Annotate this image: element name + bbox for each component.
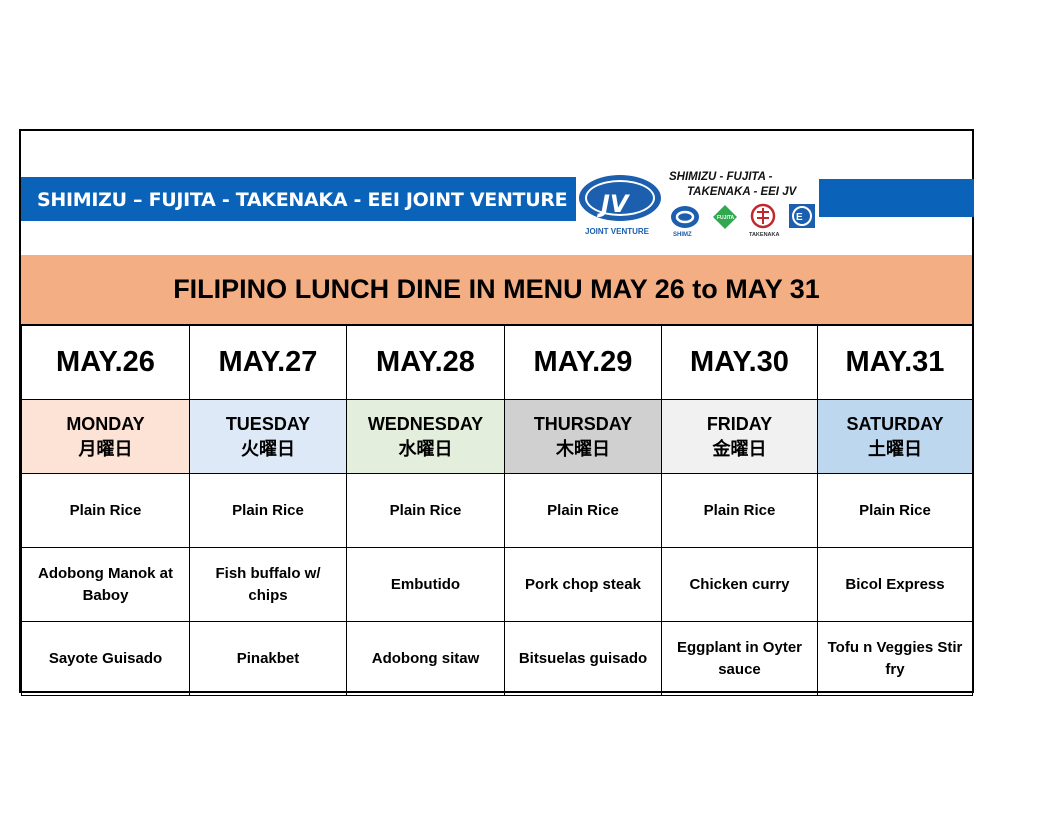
date-cell: MAY.27 (189, 325, 347, 400)
dish-cell: Plain Rice (346, 473, 505, 548)
dish-row-main: Adobong Manok at Baboy Fish buffalo w/ c… (21, 547, 973, 622)
weekday-cell: TUESDAY 火曜日 (189, 399, 347, 474)
jv-logo: JV JOINT VENTURE SHIMIZU - FUJITA - TAKE… (577, 167, 819, 239)
takenaka-logo-icon: TAKENAKA (749, 203, 779, 238)
company-banner-right (819, 179, 974, 217)
weekday-label-jp: 月曜日 (78, 438, 133, 460)
dish-cell: Plain Rice (504, 473, 662, 548)
dish-cell: Plain Rice (661, 473, 818, 548)
dish-cell: Sayote Guisado (21, 621, 190, 696)
date-cell: MAY.26 (21, 325, 190, 400)
weekday-label: WEDNESDAY (367, 413, 484, 434)
svg-text:SHIMZ: SHIMZ (673, 232, 692, 238)
fujita-logo-icon: FUJITA (713, 205, 737, 229)
dish-cell: Pinakbet (189, 621, 347, 696)
dish-cell: Chicken curry (661, 547, 818, 622)
weekday-cell: THURSDAY 木曜日 (504, 399, 662, 474)
dish-cell: Fish buffalo w/ chips (189, 547, 347, 622)
weekday-label-jp: 土曜日 (868, 438, 922, 460)
dish-cell: Plain Rice (817, 473, 973, 548)
company-banner-text: SHIMIZU – FUJITA - TAKENAKA - EEI JOINT … (37, 189, 568, 211)
dish-row-rice: Plain Rice Plain Rice Plain Rice Plain R… (21, 473, 973, 548)
brand-line-2: TAKENAKA - EEI JV (687, 186, 797, 198)
dish-cell: Adobong Manok at Baboy (21, 547, 190, 622)
weekday-cell: SATURDAY 土曜日 (817, 399, 973, 474)
weekday-label: THURSDAY (533, 413, 633, 434)
shimz-logo-icon: SHIMZ (671, 206, 699, 238)
svg-text:E: E (796, 212, 803, 223)
weekday-label-jp: 火曜日 (241, 438, 295, 460)
dish-cell: Plain Rice (21, 473, 190, 548)
date-cell: MAY.28 (346, 325, 505, 400)
weekday-label: TUESDAY (225, 413, 311, 434)
dish-cell: Bitsuelas guisado (504, 621, 662, 696)
date-cell: MAY.31 (817, 325, 973, 400)
dish-cell: Eggplant in Oyter sauce (661, 621, 818, 696)
jv-mark: JV (601, 190, 629, 218)
menu-title: FILIPINO LUNCH DINE IN MENU MAY 26 to MA… (21, 255, 972, 326)
eei-logo-icon: E (789, 204, 815, 228)
weekday-row: MONDAY 月曜日 TUESDAY 火曜日 WEDNESDAY 水曜日 THU… (21, 399, 973, 474)
dish-cell: Adobong sitaw (346, 621, 505, 696)
dish-row-vegetable: Sayote Guisado Pinakbet Adobong sitaw Bi… (21, 621, 973, 696)
menu-sheet: SHIMIZU – FUJITA - TAKENAKA - EEI JOINT … (19, 129, 974, 696)
partner-logos: SHIMZ FUJITA TAKENAKA E (671, 203, 815, 238)
weekday-label-jp: 金曜日 (712, 438, 767, 460)
svg-text:TAKENAKA: TAKENAKA (749, 232, 779, 238)
svg-text:FUJITA: FUJITA (717, 215, 735, 221)
brand-line-1: SHIMIZU - FUJITA - (669, 171, 773, 183)
weekday-cell: MONDAY 月曜日 (21, 399, 190, 474)
weekday-cell: WEDNESDAY 水曜日 (346, 399, 505, 474)
menu-table: MAY.26 MAY.27 MAY.28 MAY.29 MAY.30 MAY.3… (21, 325, 973, 696)
weekday-label: SATURDAY (846, 413, 944, 434)
dish-cell: Embutido (346, 547, 505, 622)
weekday-label: FRIDAY (706, 413, 773, 434)
weekday-label-jp: 木曜日 (556, 438, 610, 460)
date-cell: MAY.29 (504, 325, 662, 400)
dish-cell: Pork chop steak (504, 547, 662, 622)
date-row: MAY.26 MAY.27 MAY.28 MAY.29 MAY.30 MAY.3… (21, 325, 973, 400)
company-banner: SHIMIZU – FUJITA - TAKENAKA - EEI JOINT … (21, 177, 576, 221)
dish-cell: Bicol Express (817, 547, 973, 622)
dish-cell: Plain Rice (189, 473, 347, 548)
date-cell: MAY.30 (661, 325, 818, 400)
weekday-cell: FRIDAY 金曜日 (661, 399, 818, 474)
weekday-label-jp: 水曜日 (398, 438, 453, 460)
weekday-label: MONDAY (66, 413, 145, 434)
dish-cell: Tofu n Veggies Stir fry (817, 621, 973, 696)
jv-caption: JOINT VENTURE (585, 227, 650, 236)
jv-oval-icon: JV (579, 175, 661, 221)
